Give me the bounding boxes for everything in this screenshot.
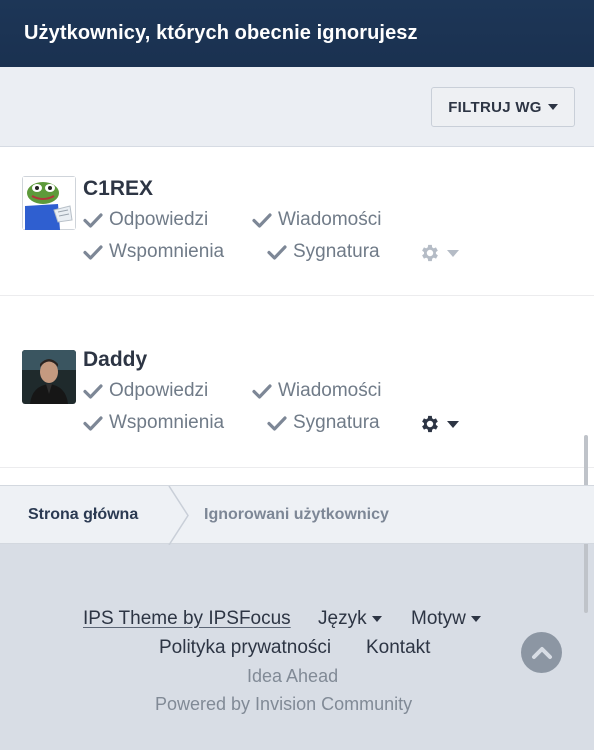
chevron-down-icon <box>447 249 459 257</box>
user-row: C1REX Odpowiedzi Wiadomości Wspomnienia … <box>0 147 594 296</box>
option-label: Sygnatura <box>293 412 380 433</box>
option-label: Odpowiedzi <box>109 209 209 230</box>
back-to-top-button[interactable] <box>521 632 562 673</box>
username[interactable]: C1REX <box>83 177 153 201</box>
check-icon <box>267 245 287 260</box>
page-header: Użytkownicy, których obecnie ignorujesz <box>0 0 594 67</box>
avatar[interactable] <box>22 176 76 230</box>
check-icon <box>83 245 103 260</box>
breadcrumb: Strona główna Ignorowani użytkownicy <box>0 485 594 545</box>
option-messages[interactable]: Wiadomości <box>252 380 381 402</box>
gear-icon <box>422 244 438 262</box>
chevron-down-icon <box>447 420 459 428</box>
filter-button-label: FILTRUJ WG <box>448 98 542 116</box>
check-icon <box>252 213 272 228</box>
filter-button[interactable]: FILTRUJ WG <box>431 87 575 127</box>
chevron-down-icon <box>371 616 382 622</box>
avatar[interactable] <box>22 350 76 404</box>
option-label: Sygnatura <box>293 241 380 262</box>
option-label: Wspomnienia <box>109 241 225 262</box>
user-settings-menu[interactable] <box>419 242 459 264</box>
theme-menu-label: Motyw <box>411 608 466 629</box>
powered-by-link[interactable]: Powered by Invision Community <box>155 694 412 715</box>
username[interactable]: Daddy <box>83 348 147 372</box>
theme-credit-link[interactable]: IPS Theme by IPSFocus <box>83 608 291 630</box>
option-mentions[interactable]: Wspomnienia <box>83 412 224 434</box>
gear-icon <box>422 415 438 433</box>
option-signature[interactable]: Sygnatura <box>267 241 380 263</box>
language-menu[interactable]: Język <box>318 608 382 630</box>
filter-bar: FILTRUJ WG <box>0 67 594 147</box>
check-icon <box>252 384 272 399</box>
language-menu-label: Język <box>318 608 367 629</box>
option-label: Wspomnienia <box>109 412 225 433</box>
check-icon <box>83 213 103 228</box>
user-row: Daddy Odpowiedzi Wiadomości Wspomnienia … <box>0 296 594 468</box>
footer-tagline: Idea Ahead <box>247 666 339 686</box>
chevron-down-icon <box>470 616 481 622</box>
contact-link[interactable]: Kontakt <box>366 637 430 659</box>
chevron-down-icon <box>547 104 558 110</box>
option-mentions[interactable]: Wspomnienia <box>83 241 224 263</box>
user-settings-menu[interactable] <box>419 413 459 435</box>
breadcrumb-home-link[interactable]: Strona główna <box>28 506 138 524</box>
option-label: Wiadomości <box>278 209 382 230</box>
check-icon <box>83 384 103 399</box>
chevron-up-icon <box>531 646 552 659</box>
option-label: Wiadomości <box>278 380 382 401</box>
privacy-policy-link[interactable]: Polityka prywatności <box>159 637 331 659</box>
theme-menu[interactable]: Motyw <box>411 608 481 630</box>
option-replies[interactable]: Odpowiedzi <box>83 209 208 231</box>
check-icon <box>83 416 103 431</box>
option-signature[interactable]: Sygnatura <box>267 412 380 434</box>
check-icon <box>267 416 287 431</box>
ignored-users-list: C1REX Odpowiedzi Wiadomości Wspomnienia … <box>0 147 594 613</box>
page-title: Użytkownicy, których obecnie ignorujesz <box>24 22 418 44</box>
breadcrumb-current: Ignorowani użytkownicy <box>204 506 389 523</box>
option-replies[interactable]: Odpowiedzi <box>83 380 208 402</box>
breadcrumb-separator-icon <box>168 486 189 545</box>
option-messages[interactable]: Wiadomości <box>252 209 381 231</box>
option-label: Odpowiedzi <box>109 380 209 401</box>
